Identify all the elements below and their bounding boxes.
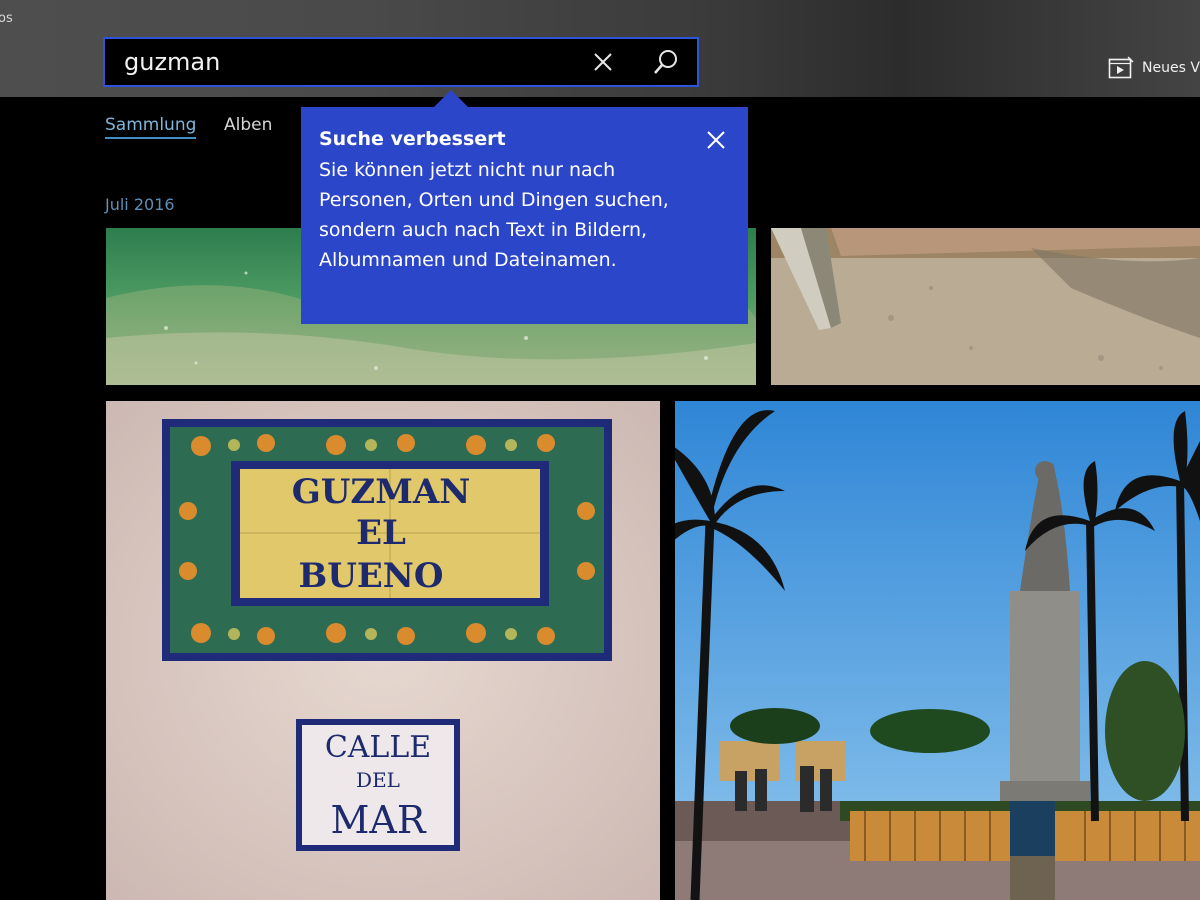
clear-search-button[interactable] (591, 50, 615, 74)
new-video-button[interactable]: Neues Vi (1108, 56, 1200, 80)
park-statue-image (675, 401, 1200, 900)
street-sign-line-1: CALLE (325, 730, 431, 765)
app-title-fragment: os (0, 11, 13, 26)
photo-street-sign[interactable]: GUZMAN EL BUENO CALLE DEL MAR (106, 401, 660, 900)
search-box[interactable]: guzman (103, 37, 699, 87)
teaching-tip-body: Sie können jetzt nicht nur nach Personen… (319, 159, 669, 271)
street-sign-image: GUZMAN EL BUENO CALLE DEL MAR (106, 401, 660, 900)
search-icon (654, 50, 677, 74)
photo-sand[interactable] (771, 228, 1200, 385)
teaching-tip-close-button[interactable] (706, 130, 726, 150)
new-video-label: Neues Vi (1142, 60, 1200, 76)
teaching-tip-beak (434, 90, 468, 107)
video-editor-icon (1108, 56, 1134, 79)
tab-albums[interactable]: Alben (224, 115, 272, 135)
title-bar: os guzman Neues Vi (0, 0, 1200, 97)
tile-sign-line-2: EL (356, 513, 406, 553)
tile-sign-line-1: GUZMAN (292, 472, 471, 512)
search-input[interactable]: guzman (124, 49, 220, 75)
tab-collection[interactable]: Sammlung (105, 115, 197, 139)
street-sign-line-3: MAR (331, 798, 427, 842)
teaching-tip: Suche verbessert Sie können jetzt nicht … (301, 107, 748, 324)
tile-sign-line-3: BUENO (299, 556, 444, 596)
date-group-heading: Juli 2016 (105, 195, 175, 214)
close-icon (594, 53, 612, 71)
close-icon (707, 131, 725, 149)
search-submit-button[interactable] (652, 48, 680, 76)
photos-app: os guzman Neues Vi Sammlung Alben Juli 2… (0, 0, 1200, 900)
street-sign-line-2: DEL (356, 768, 400, 792)
teaching-tip-title: Suche verbessert (319, 128, 506, 150)
sand-image (771, 228, 1200, 385)
photo-park-statue[interactable] (675, 401, 1200, 900)
